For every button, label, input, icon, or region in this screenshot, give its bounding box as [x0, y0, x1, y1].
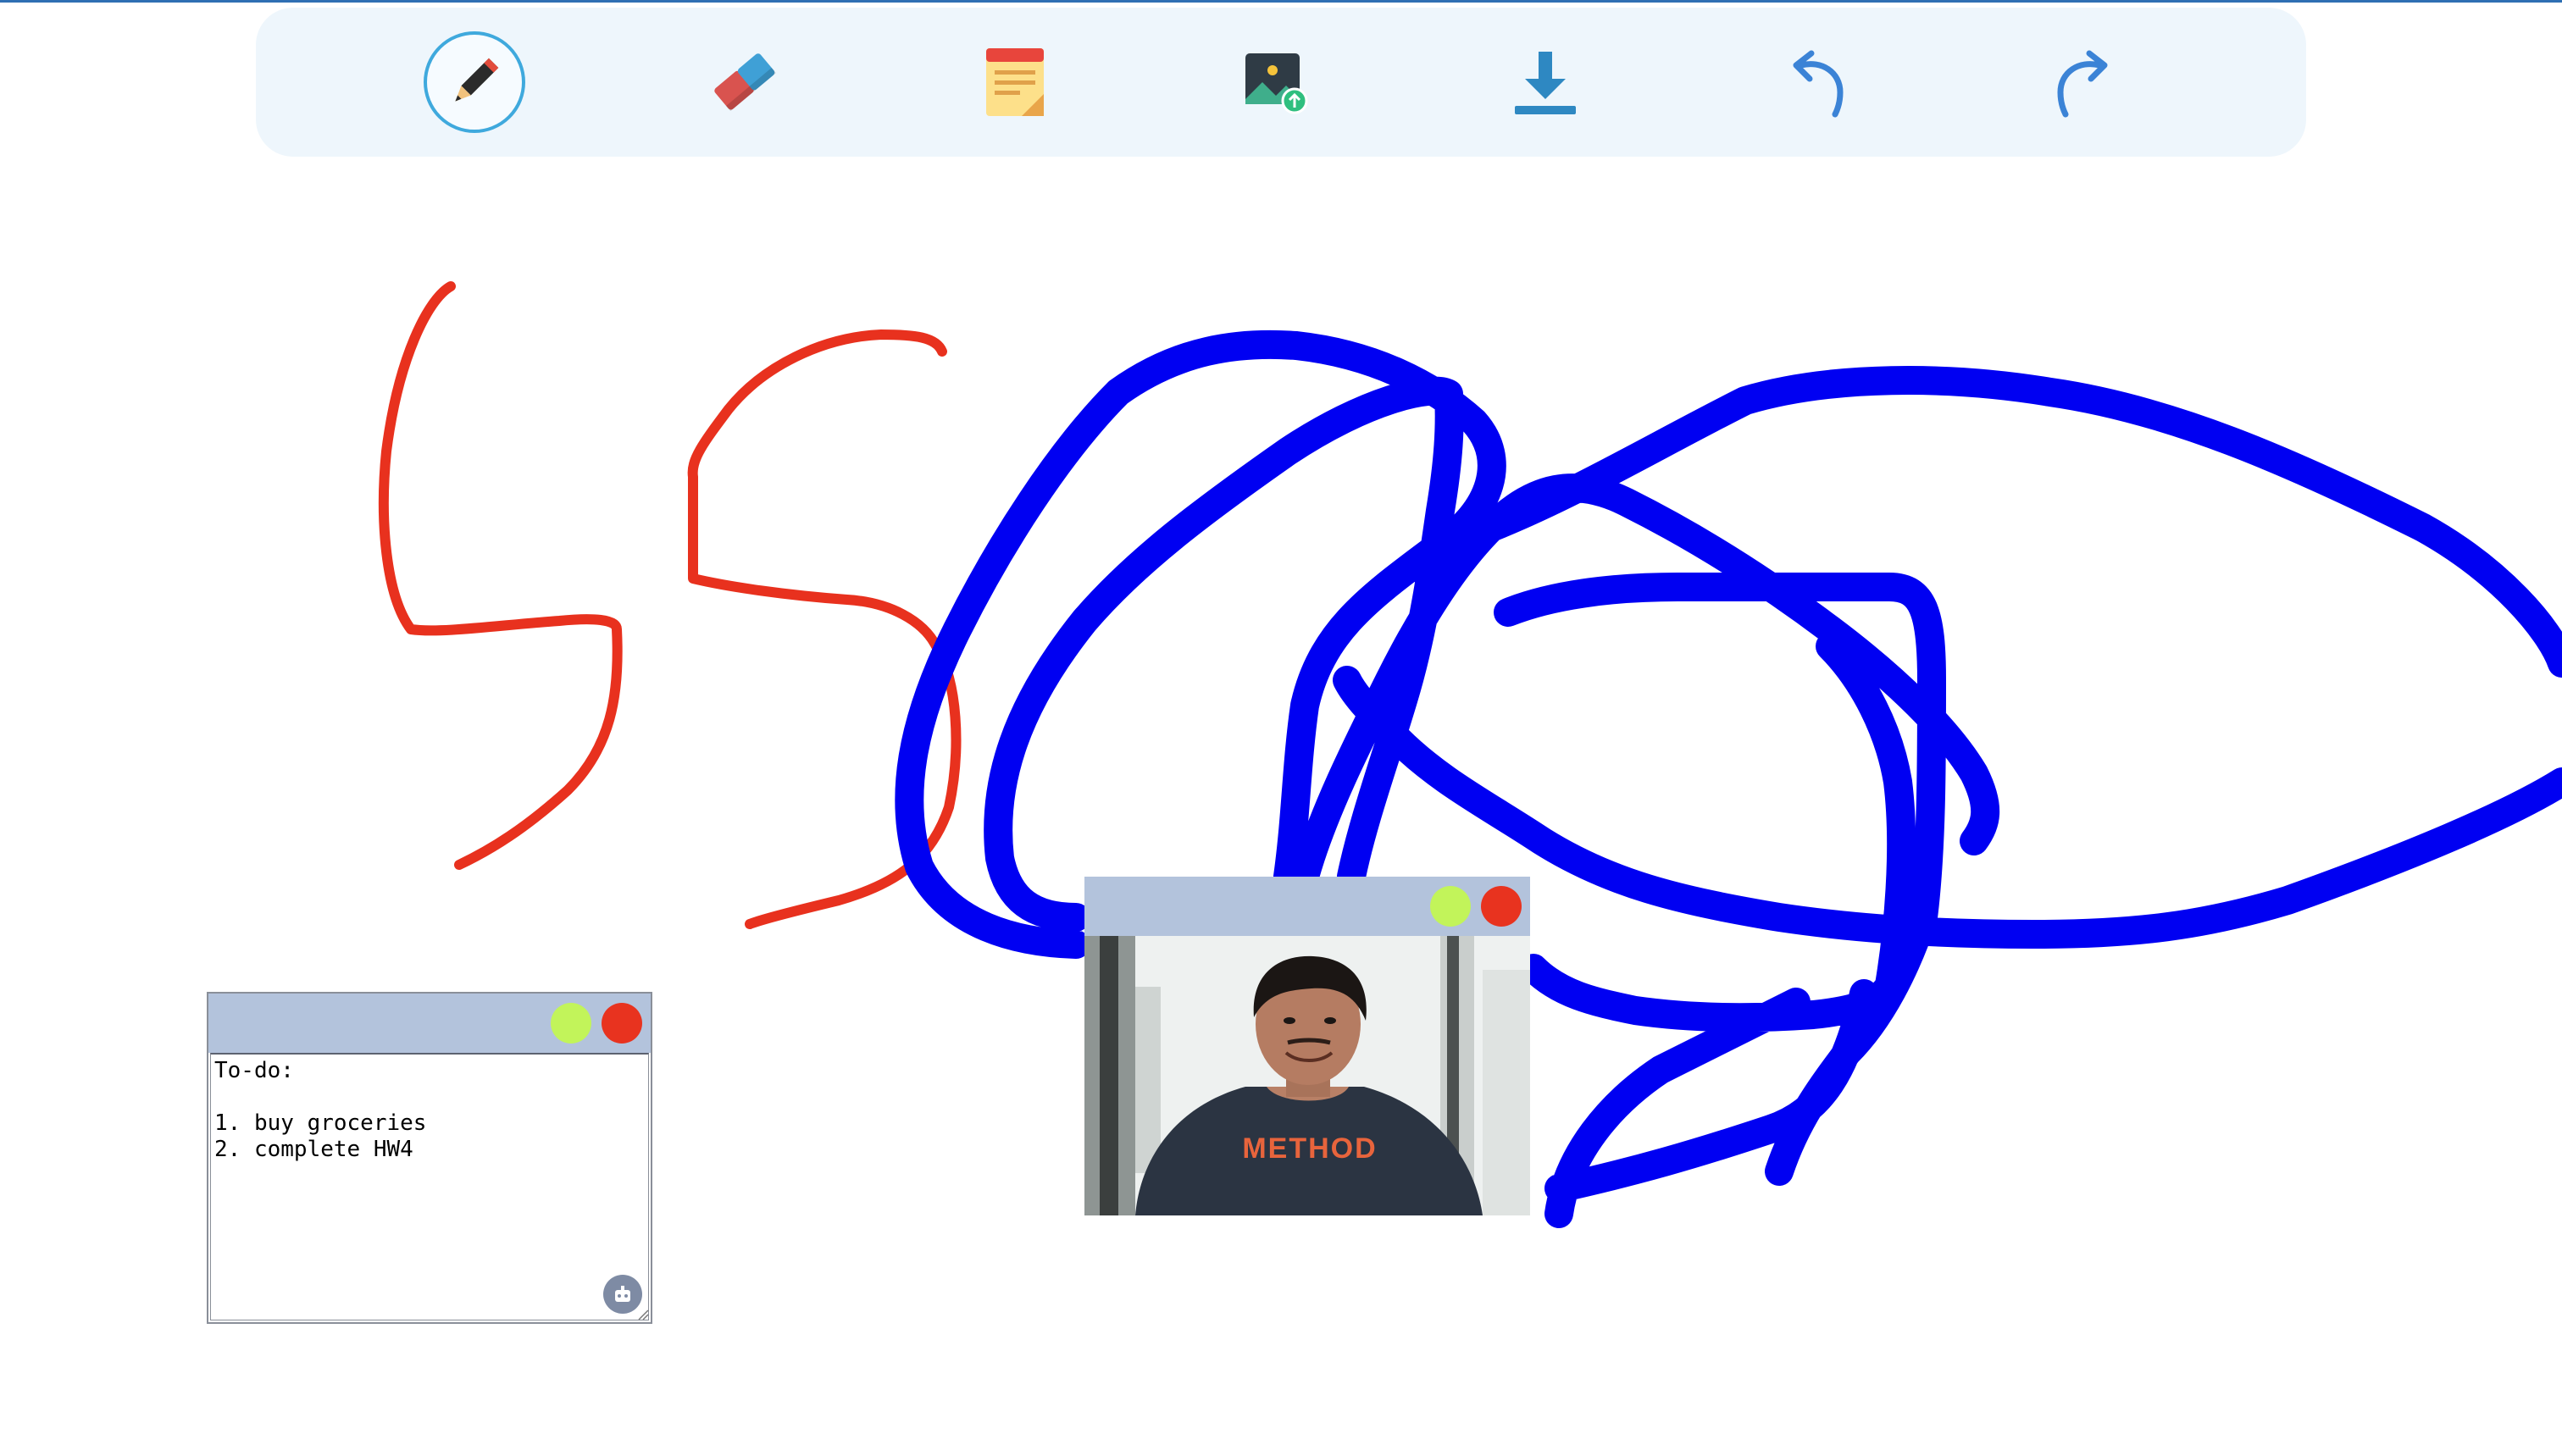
shirt-text: METHOD [1242, 1132, 1377, 1165]
close-button[interactable] [1481, 886, 1522, 927]
image-upload-icon [1245, 53, 1308, 114]
download-icon [1515, 52, 1576, 114]
sticky-note-window[interactable]: To-do: 1. buy groceries 2. complete HW4 [207, 992, 652, 1324]
red-stroke-five-left [378, 281, 623, 870]
close-button[interactable] [602, 1003, 642, 1044]
sticky-note-icon [986, 48, 1044, 116]
download-tool-button[interactable] [1494, 31, 1596, 133]
eraser-icon [714, 53, 776, 112]
person-photo-illustration: METHOD [1084, 936, 1530, 1215]
redo-tool-button[interactable] [2033, 31, 2135, 133]
sticky-note-header[interactable] [208, 994, 651, 1053]
person-photo: METHOD [1084, 936, 1530, 1215]
eraser-tool-button[interactable] [693, 31, 795, 133]
pencil-tool-button[interactable] [424, 31, 525, 133]
sticky-note-tool-button[interactable] [964, 31, 1066, 133]
minimize-button[interactable] [551, 1003, 591, 1044]
image-window[interactable]: METHOD [1084, 877, 1530, 1215]
toolbar [256, 8, 2306, 157]
image-window-header[interactable] [1084, 877, 1530, 936]
redo-icon [2057, 50, 2108, 118]
image-upload-tool-button[interactable] [1225, 31, 1327, 133]
undo-tool-button[interactable] [1766, 31, 1867, 133]
minimize-button[interactable] [1430, 886, 1471, 927]
resize-grip-icon[interactable] [637, 1309, 649, 1320]
pencil-icon [455, 58, 499, 102]
undo-icon [1793, 50, 1844, 118]
sticky-note-textarea[interactable]: To-do: 1. buy groceries 2. complete HW4 [210, 1053, 649, 1320]
